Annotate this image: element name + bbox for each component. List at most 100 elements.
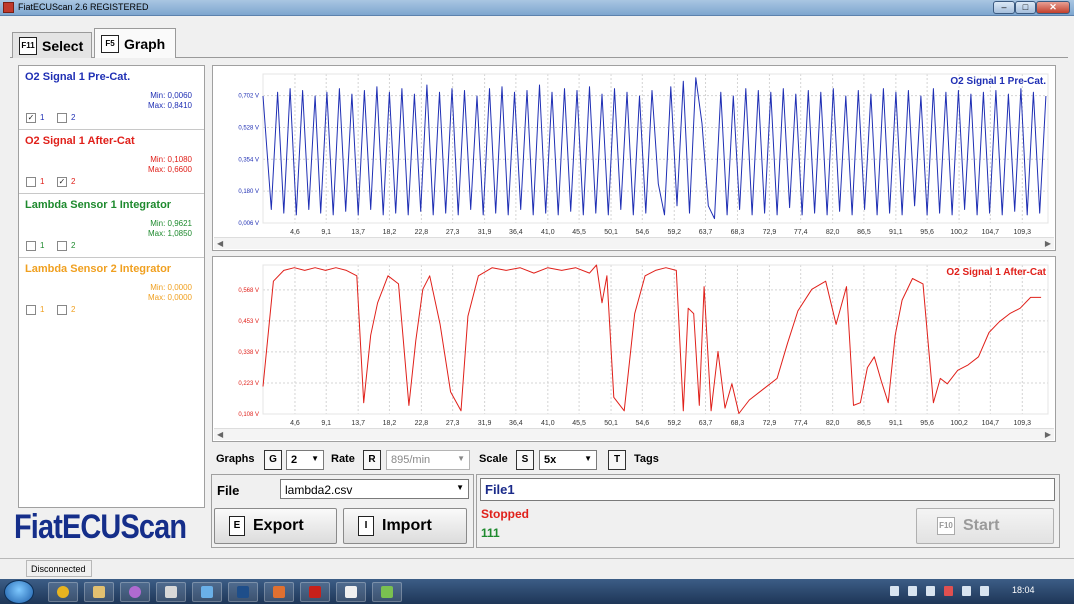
scale-select[interactable]: 5x ▼: [539, 450, 597, 470]
graph-2-checkbox[interactable]: [57, 113, 67, 123]
x-tick-label: 36,4: [509, 229, 523, 236]
volume-icon[interactable]: [944, 586, 953, 596]
y-tick-label: 0,354 V: [238, 157, 259, 163]
checkbox-label-1: 1: [40, 241, 45, 250]
graph-2-checkbox[interactable]: [57, 305, 67, 315]
fiatecuscan-taskbar-icon[interactable]: [372, 582, 402, 602]
graph-1-checkbox[interactable]: [26, 305, 36, 315]
session-state: Stopped: [481, 507, 529, 521]
paint-taskbar-icon[interactable]: [264, 582, 294, 602]
start-button[interactable]: F10 Start: [916, 508, 1054, 544]
signal-max: Max: 0,8410: [147, 101, 192, 110]
tools-taskbar-icon[interactable]: [156, 582, 186, 602]
y-tick-label: 0,702 V: [238, 94, 259, 100]
notepad-taskbar-icon[interactable]: [336, 582, 366, 602]
e-key-icon: E: [229, 516, 245, 536]
x-tick-label: 95,6: [920, 420, 934, 427]
scroll-left-icon[interactable]: ◀: [217, 238, 223, 250]
explorer-taskbar-icon[interactable]: [84, 582, 114, 602]
device-icon[interactable]: [962, 586, 971, 596]
x-tick-label: 36,4: [509, 420, 523, 427]
y-tick-label: 0,338 V: [238, 350, 259, 356]
file-select[interactable]: lambda2.csv ▼: [280, 479, 469, 499]
x-tick-label: 109,3: [1014, 229, 1032, 236]
x-tick-label: 54,6: [635, 420, 649, 427]
tab-select-label: Select: [42, 37, 84, 54]
maximize-button[interactable]: □: [1015, 1, 1036, 14]
tab-graph-label: Graph: [124, 35, 166, 52]
signal-max: Max: 0,6600: [147, 165, 192, 174]
f11-key-icon: F11: [19, 36, 37, 55]
scale-key-button[interactable]: S: [516, 450, 534, 470]
x-tick-label: 31,9: [478, 229, 492, 236]
x-tick-label: 41,0: [541, 420, 555, 427]
scroll-right-icon[interactable]: ▶: [1045, 238, 1051, 250]
checkbox-label-1: 1: [40, 177, 45, 186]
taskbar-clock[interactable]: 18:04: [1012, 585, 1035, 595]
session-count: 111: [481, 526, 500, 540]
graph-2-checkbox[interactable]: ✓: [57, 177, 67, 187]
f10-key-icon: F10: [937, 517, 955, 535]
signal-item-lambda-1[interactable]: Lambda Sensor 1 Integrator Min: 0,9621 M…: [19, 194, 204, 258]
f5-key-icon: F5: [101, 34, 119, 53]
signal-title: O2 Signal 1 Pre-Cat.: [25, 71, 131, 83]
close-button[interactable]: ✕: [1036, 1, 1070, 14]
series-line: [262, 77, 1047, 220]
connection-status: Disconnected: [26, 560, 92, 577]
signal-item-o2-after-cat[interactable]: O2 Signal 1 After-Cat Min: 0,1080 Max: 0…: [19, 130, 204, 194]
rate-select-value: 895/min: [391, 454, 431, 466]
graph-2-checkbox[interactable]: [57, 241, 67, 251]
x-tick-label: 109,3: [1014, 420, 1032, 427]
signal-min: Min: 0,9621: [150, 219, 192, 228]
scroll-left-icon[interactable]: ◀: [217, 429, 223, 441]
media-taskbar-icon[interactable]: [120, 582, 150, 602]
title-bar: [0, 0, 1074, 16]
x-tick-label: 68,3: [731, 229, 745, 236]
signal-item-lambda-2[interactable]: Lambda Sensor 2 Integrator Min: 0,0000 M…: [19, 258, 204, 322]
x-tick-label: 86,5: [857, 420, 871, 427]
graph-panel-1: 0,006 V 0,180 V 0,354 V 0,528 V 0,702 V 4,6 9,…: [212, 65, 1056, 251]
network-icon[interactable]: [926, 586, 935, 596]
rate-select[interactable]: 895/min ▼: [386, 450, 470, 470]
signal-item-o2-pre-cat[interactable]: O2 Signal 1 Pre-Cat. Min: 0,0060 Max: 0,…: [19, 66, 204, 130]
x-tick-label: 68,3: [731, 420, 745, 427]
signal-min: Min: 0,0060: [150, 91, 192, 100]
chrome-taskbar-icon[interactable]: [48, 582, 78, 602]
import-button[interactable]: I Import: [343, 508, 467, 544]
graph-1-scrollbar[interactable]: ◀ ▶: [214, 237, 1054, 249]
x-tick-label: 27,3: [446, 229, 460, 236]
y-tick-label: 0,108 V: [238, 412, 259, 418]
x-tick-label: 72,9: [763, 229, 777, 236]
minimize-button[interactable]: –: [993, 1, 1015, 14]
graph-1-checkbox[interactable]: [26, 241, 36, 251]
graph-1-checkbox[interactable]: [26, 177, 36, 187]
graphs-select[interactable]: 2 ▼: [286, 450, 324, 470]
graphs-label: Graphs: [216, 453, 255, 465]
y-tick-label: 0,453 V: [238, 319, 259, 325]
tab-graph[interactable]: F5 Graph: [94, 28, 176, 58]
tab-select[interactable]: F11 Select: [12, 32, 92, 58]
windows-start-icon[interactable]: [4, 580, 34, 604]
graphs-key-button[interactable]: G: [264, 450, 282, 470]
scroll-right-icon[interactable]: ▶: [1045, 429, 1051, 441]
signal-max: Max: 1,0850: [147, 229, 192, 238]
x-tick-label: 82,0: [826, 229, 840, 236]
signal-title: O2 Signal 1 After-Cat: [25, 135, 135, 147]
photoshop-taskbar-icon[interactable]: [228, 582, 258, 602]
graph-2-scrollbar[interactable]: ◀ ▶: [214, 428, 1054, 440]
graph-1-checkbox[interactable]: ✓: [26, 113, 36, 123]
action-center-flag-icon[interactable]: [908, 586, 917, 596]
x-tick-label: 95,6: [920, 229, 934, 236]
signal-strength-icon[interactable]: [980, 586, 989, 596]
export-button[interactable]: E Export: [214, 508, 337, 544]
x-tick-label: 59,2: [667, 229, 681, 236]
signal-title: Lambda Sensor 1 Integrator: [25, 199, 172, 211]
tags-label: Tags: [634, 453, 659, 465]
rate-key-button[interactable]: R: [363, 450, 381, 470]
show-hidden-icons-icon[interactable]: [890, 586, 899, 596]
acrobat-taskbar-icon[interactable]: [300, 582, 330, 602]
x-tick-label: 45,5: [572, 420, 586, 427]
window-taskbar-icon[interactable]: [192, 582, 222, 602]
tags-key-button[interactable]: T: [608, 450, 626, 470]
x-tick-label: 100,2: [950, 420, 968, 427]
